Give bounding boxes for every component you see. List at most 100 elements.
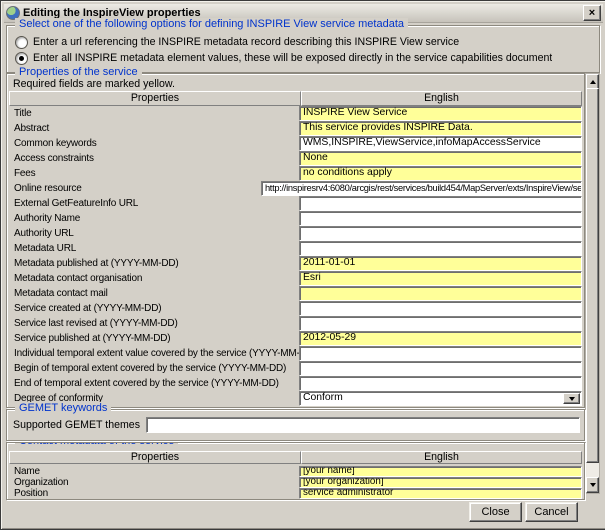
field-value: [your name] <box>303 466 355 476</box>
radio-label: Enter a url referencing the INSPIRE meta… <box>33 36 459 48</box>
input-metadata-contact-mail[interactable] <box>299 286 582 301</box>
property-value-cell <box>299 346 582 361</box>
input-position[interactable]: service administrator <box>299 488 582 499</box>
properties-group-title: Properties of the service <box>15 66 142 78</box>
property-value-cell <box>299 286 582 301</box>
property-label: Metadata contact mail <box>9 288 299 299</box>
gemet-row: Supported GEMET themes <box>13 417 580 433</box>
field-value: service administrator <box>303 488 393 498</box>
input-abstract[interactable]: This service provides INSPIRE Data. <box>299 121 582 136</box>
gemet-themes-label: Supported GEMET themes <box>13 419 140 431</box>
table-row: Access constraintsNone <box>9 151 582 166</box>
input-metadata-url[interactable] <box>299 241 582 256</box>
property-label: Service published at (YYYY-MM-DD) <box>9 333 299 344</box>
input-title[interactable]: INSPIRE View Service <box>299 106 582 121</box>
radio-button[interactable] <box>15 36 28 49</box>
property-label: End of temporal extent covered by the se… <box>9 378 299 389</box>
property-label: Organization <box>9 477 299 488</box>
input-service-last-revised-at-yyyy-mm-dd[interactable] <box>299 316 582 331</box>
property-value-cell <box>299 361 582 376</box>
input-individual-temporal-extent-value-covered-by-the-service-yyyy-mm-dd[interactable] <box>299 346 582 361</box>
select-degree-of-conformity[interactable]: Conform <box>299 391 582 406</box>
options-group-title: Select one of the following options for … <box>15 18 408 30</box>
property-label: Position <box>9 488 299 499</box>
table-row: Online resourcehttp://inspiresrv4:6080/a… <box>9 181 582 196</box>
scroll-down-button[interactable] <box>586 477 599 493</box>
property-value-cell <box>299 241 582 256</box>
gemet-keywords-group: GEMET keywords Supported GEMET themes <box>6 409 585 441</box>
input-begin-of-temporal-extent-covered-by-the-service-yyyy-mm-dd[interactable] <box>299 361 582 376</box>
property-value-cell <box>299 211 582 226</box>
table-row: Metadata contact mail <box>9 286 582 301</box>
property-value-cell: service administrator <box>299 488 582 499</box>
radio-option-1[interactable]: Enter a url referencing the INSPIRE meta… <box>15 34 595 50</box>
property-label: Metadata published at (YYYY-MM-DD) <box>9 258 299 269</box>
property-value-cell <box>299 226 582 241</box>
scrollbar-thumb[interactable] <box>586 88 599 463</box>
property-value-cell: [your name] <box>299 466 582 477</box>
field-value: WMS,INSPIRE,ViewService,infoMapAccessSer… <box>303 137 541 148</box>
vertical-scrollbar[interactable] <box>585 73 600 494</box>
contact-metadata-group: Contact metadata of the service Properti… <box>6 442 585 500</box>
property-label: Name <box>9 466 299 477</box>
table-row: Name [your name] <box>9 466 582 477</box>
table-row: Metadata URL <box>9 241 582 256</box>
table-row: Feesno conditions apply <box>9 166 582 181</box>
input-authority-url[interactable] <box>299 226 582 241</box>
contact-group-title: Contact metadata of the service <box>15 442 178 447</box>
input-service-created-at-yyyy-mm-dd[interactable] <box>299 301 582 316</box>
table-row: Authority URL <box>9 226 582 241</box>
field-value: None <box>303 152 328 163</box>
property-value-cell: http://inspiresrv4:6080/arcgis/rest/serv… <box>299 181 582 196</box>
radio-option-2[interactable]: Enter all INSPIRE metadata element value… <box>15 50 595 66</box>
input-fees[interactable]: no conditions apply <box>299 166 582 181</box>
column-header-properties: Properties <box>9 451 301 464</box>
property-label: Individual temporal extent value covered… <box>9 348 299 359</box>
contact-table-body: Name [your name] Organization [your organiz… <box>9 466 582 499</box>
property-value-cell: [your organization] <box>299 477 582 488</box>
close-icon[interactable]: × <box>583 5 601 21</box>
gemet-group-title: GEMET keywords <box>15 402 111 414</box>
radio-label: Enter all INSPIRE metadata element value… <box>33 52 552 64</box>
field-value: Esri <box>303 272 321 283</box>
table-row: AbstractThis service provides INSPIRE Da… <box>9 121 582 136</box>
field-value: [your organization] <box>303 477 384 487</box>
input-end-of-temporal-extent-covered-by-the-service-yyyy-mm-dd[interactable] <box>299 376 582 391</box>
property-label: Metadata URL <box>9 243 299 254</box>
property-value-cell: 2011-01-01 <box>299 256 582 271</box>
arrow-down-icon <box>590 483 596 487</box>
input-organization[interactable]: [your organization] <box>299 477 582 488</box>
input-metadata-published-at-yyyy-mm-dd[interactable]: 2011-01-01 <box>299 256 582 271</box>
property-label: Service last revised at (YYYY-MM-DD) <box>9 318 299 329</box>
cancel-button[interactable]: Cancel <box>525 502 578 522</box>
input-online-resource[interactable]: http://inspiresrv4:6080/arcgis/rest/serv… <box>261 181 582 196</box>
property-label: Title <box>9 108 299 119</box>
field-value: INSPIRE View Service <box>303 107 407 118</box>
properties-table-body: Title INSPIRE View Service AbstractThis se… <box>9 106 582 406</box>
input-access-constraints[interactable]: None <box>299 151 582 166</box>
radio-button[interactable] <box>15 52 28 65</box>
input-external-getfeatureinfo-url[interactable] <box>299 196 582 211</box>
chevron-down-icon[interactable] <box>563 393 580 404</box>
close-button[interactable]: Close <box>469 502 522 522</box>
input-name[interactable]: [your name] <box>299 466 582 477</box>
property-label: Begin of temporal extent covered by the … <box>9 363 299 374</box>
table-row: Service created at (YYYY-MM-DD) <box>9 301 582 316</box>
table-row: Service published at (YYYY-MM-DD)2012-05… <box>9 331 582 346</box>
input-common-keywords[interactable]: WMS,INSPIRE,ViewService,infoMapAccessSer… <box>299 136 582 151</box>
property-label: External GetFeatureInfo URL <box>9 198 299 209</box>
property-label: Common keywords <box>9 138 299 149</box>
contact-table-header: Properties English <box>9 451 582 464</box>
property-value-cell <box>299 316 582 331</box>
input-authority-name[interactable] <box>299 211 582 226</box>
property-label: Abstract <box>9 123 299 134</box>
gemet-themes-input[interactable] <box>146 417 580 433</box>
table-row: Metadata contact organisationEsri <box>9 271 582 286</box>
input-service-published-at-yyyy-mm-dd[interactable]: 2012-05-29 <box>299 331 582 346</box>
property-label: Authority URL <box>9 228 299 239</box>
property-value-cell: Esri <box>299 271 582 286</box>
input-metadata-contact-organisation[interactable]: Esri <box>299 271 582 286</box>
column-header-english: English <box>301 91 582 106</box>
table-row: Organization [your organization] <box>9 477 582 488</box>
property-value-cell: None <box>299 151 582 166</box>
